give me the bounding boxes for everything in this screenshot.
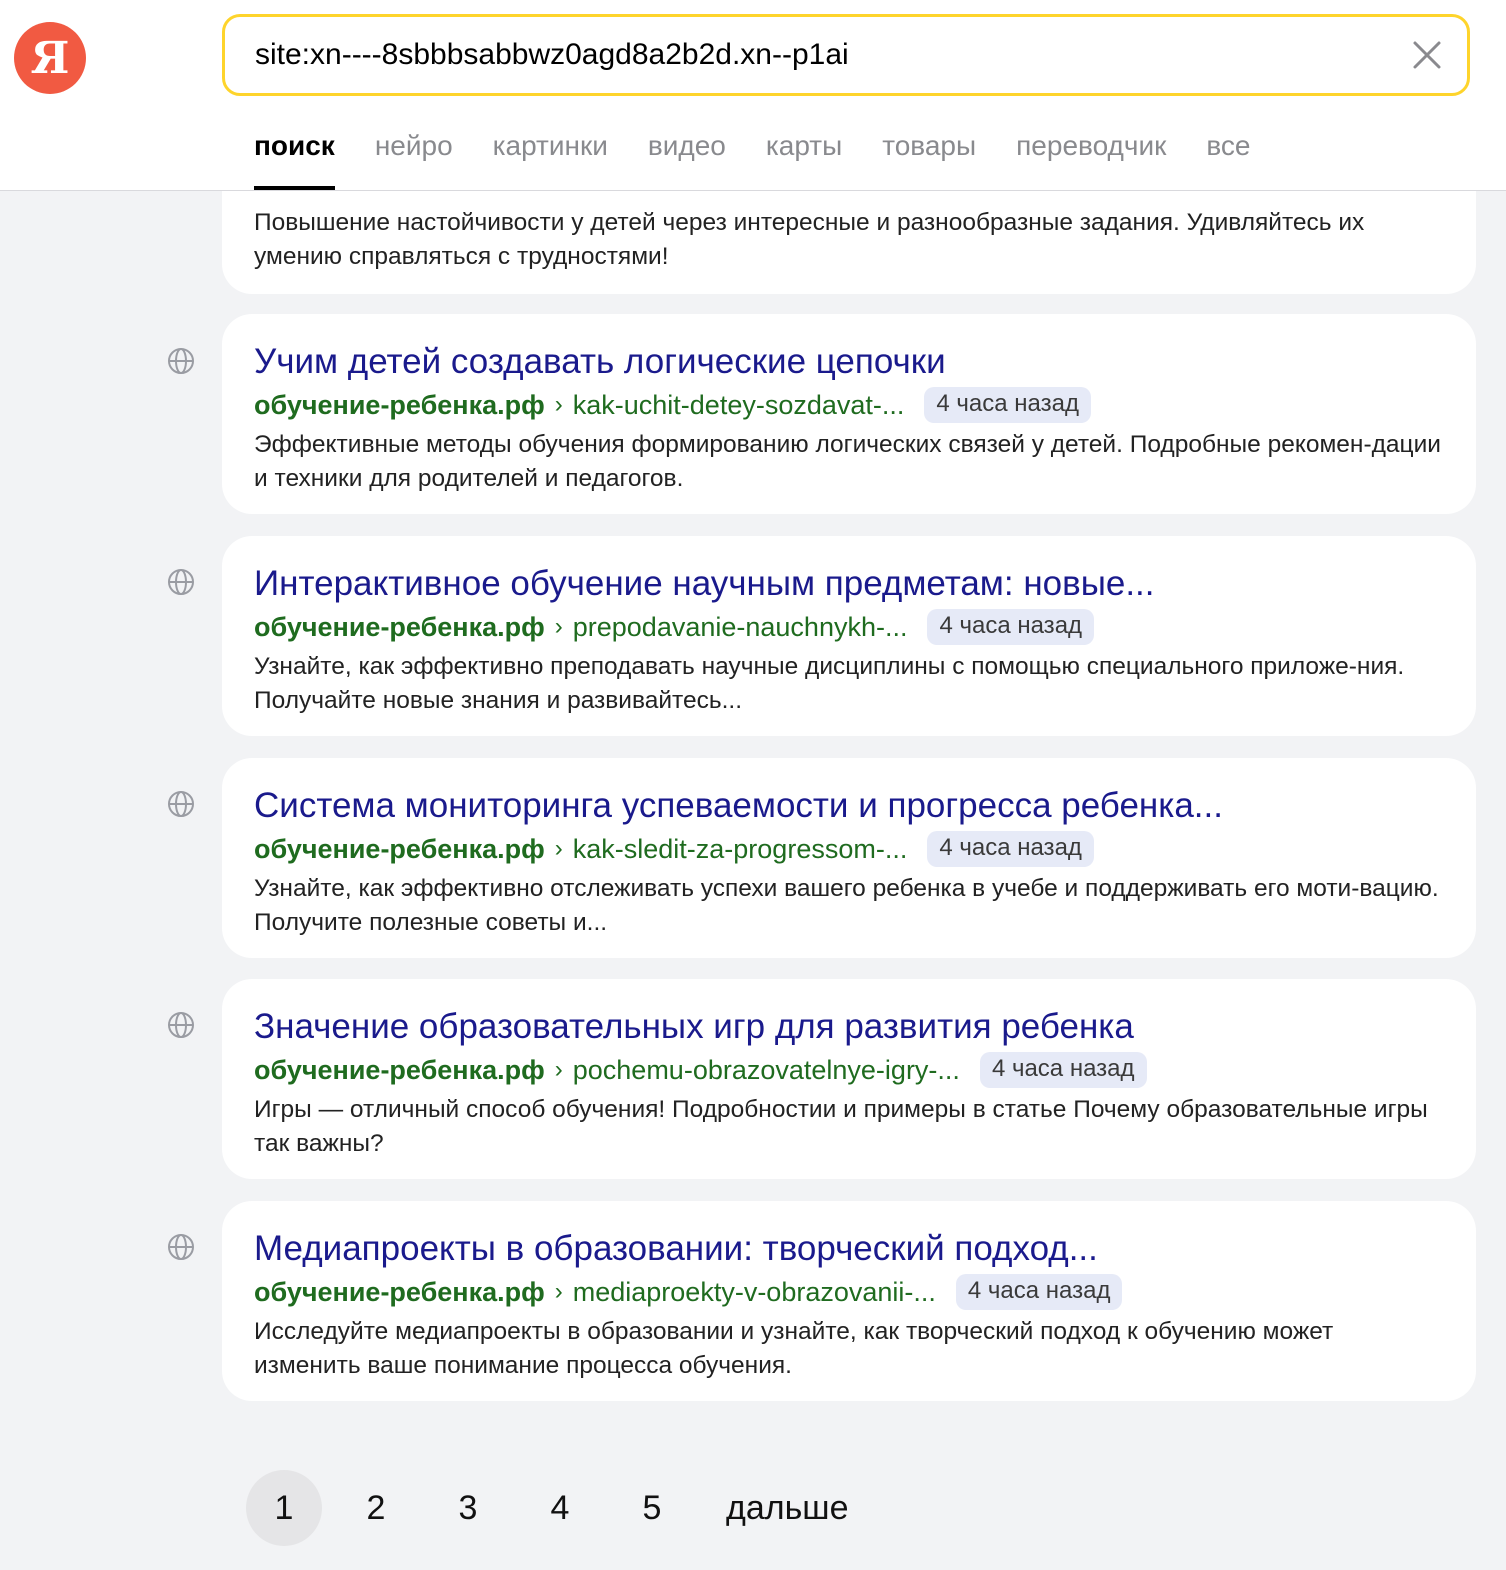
result-snippet: Узнайте, как эффективно преподавать науч… bbox=[254, 653, 1405, 714]
page-3[interactable]: 3 bbox=[430, 1470, 506, 1546]
yandex-logo[interactable]: Я bbox=[14, 22, 86, 94]
tab-all[interactable]: все bbox=[1206, 128, 1250, 190]
result-domain-link[interactable]: обучение-ребенка.рф bbox=[254, 390, 545, 421]
result-path-link[interactable]: prepodavanie-nauchnykh-... bbox=[573, 612, 908, 643]
result-snippet: Эффективные методы обучения формированию… bbox=[254, 431, 1441, 492]
tab-neuro[interactable]: нейро bbox=[375, 128, 453, 190]
result-snippet: Узнайте, как эффективно отслеживать успе… bbox=[254, 875, 1439, 936]
result-url: обучение-ребенка.рф › kak-sledit-za-prog… bbox=[254, 830, 1446, 868]
chevron-right-icon: › bbox=[554, 1056, 563, 1083]
page-2[interactable]: 2 bbox=[338, 1470, 414, 1546]
result-age-badge: 4 часа назад bbox=[924, 387, 1091, 423]
result-domain-link[interactable]: обучение-ребенка.рф bbox=[254, 834, 545, 865]
search-tabs: поиск нейро картинки видео карты товары … bbox=[254, 128, 1251, 190]
result-snippet: Исследуйте медиапроекты в образовании и … bbox=[254, 1318, 1334, 1379]
globe-icon bbox=[168, 348, 194, 374]
result-path-link[interactable]: mediaproekty-v-obrazovanii-... bbox=[573, 1277, 936, 1308]
result-url: обучение-ребенка.рф › kak-uchit-detey-so… bbox=[254, 386, 1446, 424]
result-domain-link[interactable]: обучение-ребенка.рф bbox=[254, 1055, 545, 1086]
result-url: обучение-ребенка.рф › pochemu-obrazovate… bbox=[254, 1051, 1446, 1089]
tab-images[interactable]: картинки bbox=[493, 128, 608, 190]
result-age-badge: 4 часа назад bbox=[927, 609, 1095, 645]
tab-translator[interactable]: переводчик bbox=[1016, 128, 1166, 190]
result-card: Интерактивное обучение научным предметам… bbox=[222, 536, 1476, 736]
result-age-badge: 4 часа назад bbox=[927, 831, 1094, 867]
result-card: Система мониторинга успеваемости и прогр… bbox=[222, 758, 1476, 958]
result-path-link[interactable]: pochemu-obrazovatelnye-igry-... bbox=[573, 1055, 960, 1086]
tab-search[interactable]: поиск bbox=[254, 128, 335, 190]
page-4[interactable]: 4 bbox=[522, 1470, 598, 1546]
globe-icon bbox=[168, 1234, 194, 1260]
tab-video[interactable]: видео bbox=[648, 128, 726, 190]
result-title-link[interactable]: Медиапроекты в образовании: творческий п… bbox=[254, 1227, 1446, 1271]
pagination: 1 2 3 4 5 дальше bbox=[246, 1470, 849, 1546]
chevron-right-icon: › bbox=[554, 835, 563, 862]
result-title-link[interactable]: Система мониторинга успеваемости и прогр… bbox=[254, 784, 1446, 828]
result-card: Значение образовательных игр для развити… bbox=[222, 979, 1476, 1179]
chevron-right-icon: › bbox=[554, 1278, 563, 1305]
page-5[interactable]: 5 bbox=[614, 1470, 690, 1546]
tab-products[interactable]: товары bbox=[882, 128, 976, 190]
result-domain-link[interactable]: обучение-ребенка.рф bbox=[254, 612, 545, 643]
result-age-badge: 4 часа назад bbox=[955, 1274, 1123, 1310]
tab-maps[interactable]: карты bbox=[766, 128, 842, 190]
globe-icon bbox=[168, 569, 194, 595]
next-page-link[interactable]: дальше bbox=[726, 1489, 849, 1528]
chevron-right-icon: › bbox=[554, 391, 563, 418]
globe-icon bbox=[168, 1012, 194, 1038]
result-title-link[interactable]: Учим детей создавать логические цепочки bbox=[254, 340, 1446, 384]
result-snippet: Повышение настойчивости у детей через ин… bbox=[254, 209, 1365, 270]
result-title-link[interactable]: Интерактивное обучение научным предметам… bbox=[254, 562, 1446, 606]
search-input[interactable] bbox=[255, 17, 1375, 93]
result-age-badge: 4 часа назад bbox=[979, 1052, 1147, 1088]
result-title-link[interactable]: Значение образовательных игр для развити… bbox=[254, 1005, 1446, 1049]
result-url: обучение-ребенка.рф › prepodavanie-nauch… bbox=[254, 608, 1446, 646]
result-url: обучение-ребенка.рф › mediaproekty-v-obr… bbox=[254, 1273, 1446, 1311]
result-path-link[interactable]: kak-uchit-detey-sozdavat-... bbox=[573, 390, 905, 421]
globe-icon bbox=[168, 791, 194, 817]
chevron-right-icon: › bbox=[554, 613, 563, 640]
result-snippet: Игры — отличный способ обучения! Подробн… bbox=[254, 1096, 1428, 1157]
result-card: Учим детей создавать логические цепочки … bbox=[222, 314, 1476, 514]
result-domain-link[interactable]: обучение-ребенка.рф bbox=[254, 1277, 545, 1308]
search-box bbox=[222, 14, 1470, 96]
page-1[interactable]: 1 bbox=[246, 1470, 322, 1546]
header: Я поиск нейро картинки видео карты товар… bbox=[0, 0, 1506, 191]
result-path-link[interactable]: kak-sledit-za-progressom-... bbox=[573, 834, 908, 865]
close-icon[interactable] bbox=[1411, 39, 1443, 71]
result-card: Медиапроекты в образовании: творческий п… bbox=[222, 1201, 1476, 1401]
